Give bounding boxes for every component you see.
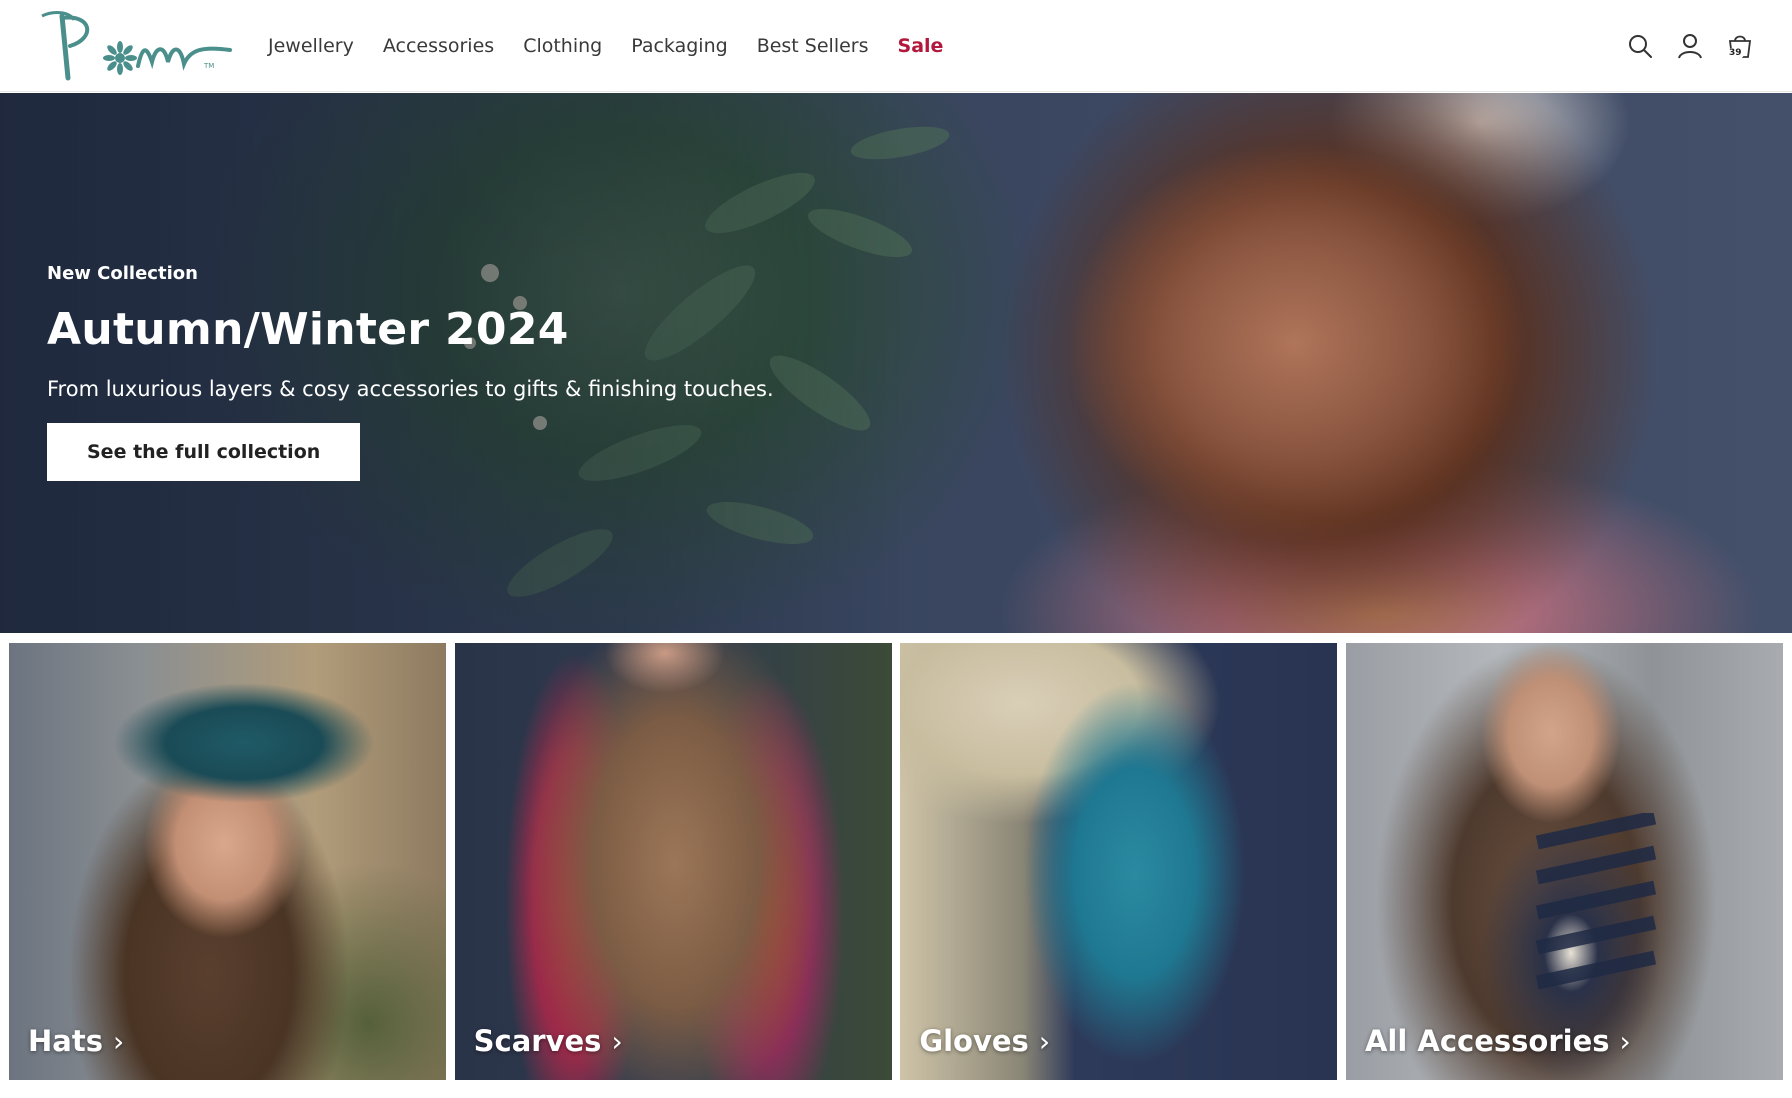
- trademark-mark: TM: [203, 62, 214, 70]
- tile-label-all-accessories: All Accessories ›: [1365, 1024, 1631, 1058]
- chevron-right-icon: ›: [1619, 1024, 1631, 1058]
- header-actions: 39: [1606, 26, 1756, 66]
- hero-subtitle: From luxurious layers & cosy accessories…: [47, 377, 774, 401]
- nav-item-accessories[interactable]: Accessories: [383, 35, 494, 57]
- nav-item-sale[interactable]: Sale: [898, 35, 944, 57]
- main-nav: Jewellery Accessories Clothing Packaging…: [268, 0, 972, 92]
- see-full-collection-button[interactable]: See the full collection: [47, 423, 361, 481]
- tile-label-scarves: Scarves ›: [474, 1024, 623, 1058]
- chevron-right-icon: ›: [112, 1024, 125, 1058]
- tile-label-gloves: Gloves ›: [919, 1024, 1050, 1058]
- nav-item-jewellery[interactable]: Jewellery: [268, 35, 354, 57]
- striped-scarf-image: [1535, 813, 1656, 990]
- category-tile-hats[interactable]: Hats ›: [9, 643, 446, 1080]
- logo-icon: TM: [41, 11, 232, 81]
- hero-title: Autumn/Winter 2024: [47, 304, 569, 355]
- chevron-right-icon: ›: [611, 1024, 623, 1058]
- hero-banner: New Collection Autumn/Winter 2024 From l…: [0, 93, 1792, 633]
- cart-count-badge: 39: [1727, 48, 1744, 59]
- nav-item-packaging[interactable]: Packaging: [631, 35, 727, 57]
- brand-logo[interactable]: TM: [34, 6, 234, 86]
- site-header: TM Jewellery Accessories Clothing Packag…: [0, 0, 1792, 92]
- nav-item-clothing[interactable]: Clothing: [523, 35, 602, 57]
- cart-button[interactable]: 39: [1724, 30, 1756, 62]
- category-tile-scarves[interactable]: Scarves ›: [454, 643, 892, 1080]
- tile-label-text: Hats: [28, 1024, 103, 1058]
- search-button[interactable]: [1624, 30, 1656, 62]
- tile-label-text: Gloves: [919, 1024, 1029, 1058]
- nav-item-best-sellers[interactable]: Best Sellers: [757, 35, 869, 57]
- account-button[interactable]: [1674, 30, 1706, 62]
- search-icon: [1629, 35, 1652, 58]
- user-icon: [1678, 34, 1702, 59]
- chevron-right-icon: ›: [1038, 1024, 1051, 1058]
- hero-content: New Collection Autumn/Winter 2024 From l…: [47, 263, 774, 481]
- hero-eyebrow: New Collection: [47, 263, 198, 284]
- category-tile-all-accessories[interactable]: All Accessories ›: [1345, 643, 1783, 1080]
- category-tile-gloves[interactable]: Gloves ›: [900, 643, 1338, 1080]
- category-tiles: Hats › Scarves › Gloves › All Accessorie…: [9, 643, 1783, 1080]
- tile-label-text: All Accessories: [1364, 1024, 1610, 1058]
- tile-label-hats: Hats ›: [28, 1024, 124, 1058]
- tile-label-text: Scarves: [473, 1024, 602, 1058]
